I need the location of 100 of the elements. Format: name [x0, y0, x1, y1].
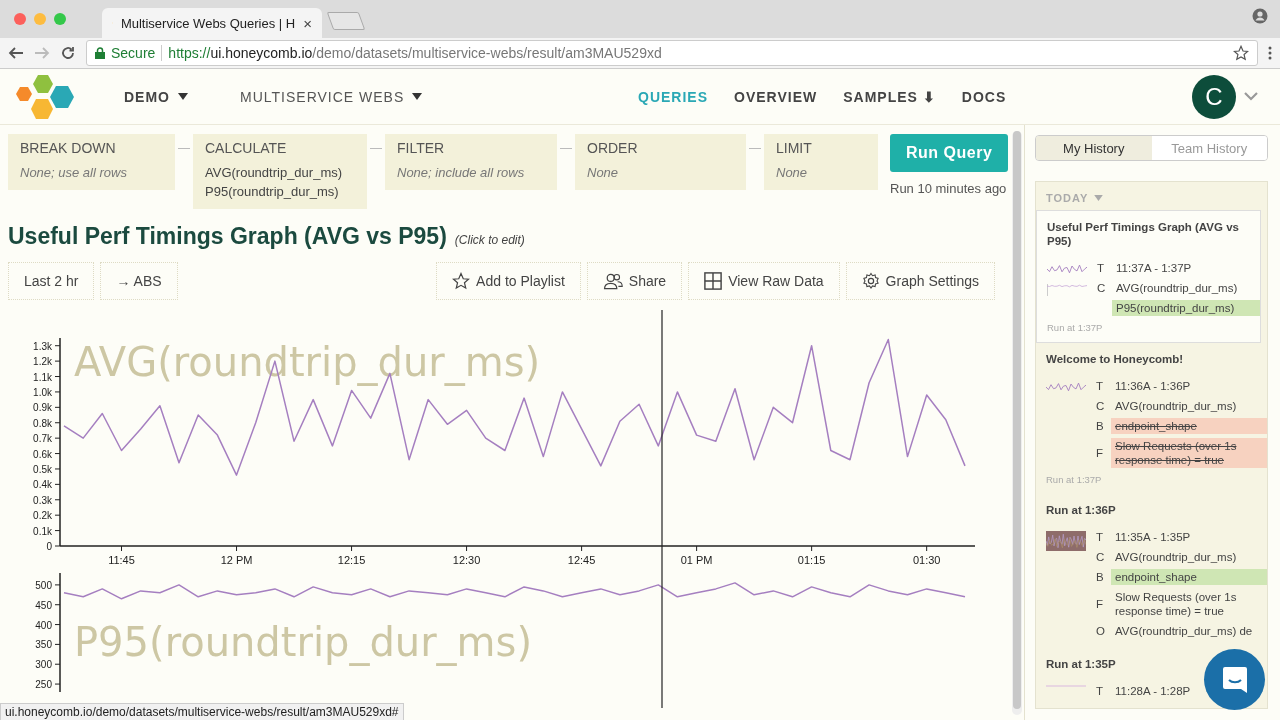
- zoom-window-button[interactable]: [54, 13, 66, 25]
- tick-label: 01 PM: [680, 554, 713, 566]
- lock-icon: [95, 47, 105, 59]
- status-url: ui.honeycomb.io/demo/datasets/multiservice-webs/result/am3MAU529xd#: [0, 703, 404, 720]
- query-clause[interactable]: BREAK DOWN None; use all rows: [8, 134, 175, 190]
- chevron-down-icon[interactable]: [1244, 92, 1258, 101]
- clause-letter: C: [1096, 551, 1105, 563]
- history-entry[interactable]: Run at 1:36P T 11:35A - 1:35P C AVG(roundtrip_dur_ms) B endpoint_shape F Slow Requests (over 1s response time) = true O AVG(roundtrip_dur_ms) de: [1036, 494, 1267, 648]
- clause-letter: C: [1096, 400, 1105, 412]
- chat-icon: [1221, 665, 1248, 694]
- clause-text: Slow Requests (over 1s response time) = true: [1111, 438, 1267, 468]
- clause-text: 11:35A - 1:35P: [1114, 530, 1192, 545]
- dataset-menu[interactable]: MULTISERVICE WEBS: [234, 87, 429, 106]
- tick-label: 0.1k: [33, 525, 52, 537]
- tick-label: 1.0k: [33, 386, 52, 398]
- close-tab-button[interactable]: ×: [303, 14, 312, 32]
- entry-title: Run at 1:35P: [1046, 657, 1117, 671]
- back-icon[interactable]: [8, 45, 24, 61]
- query-title[interactable]: Useful Perf Timings Graph (AVG vs P95): [8, 223, 447, 250]
- tick-label: 0.2k: [33, 510, 52, 522]
- clause-letter: T: [1096, 531, 1105, 543]
- tick-label: 0.6k: [33, 448, 52, 460]
- query-clause[interactable]: CALCULATE AVG(roundtrip_dur_ms) P95(roundtrip_dur_ms): [193, 134, 367, 209]
- tick-label: 1.1k: [33, 371, 52, 383]
- edit-hint: (Click to edit): [454, 233, 525, 247]
- profile-icon[interactable]: [1252, 8, 1268, 24]
- entry-title: Useful Perf Timings Graph (AVG vs P95): [1047, 220, 1240, 248]
- run-time: Run at 1:37P: [1046, 474, 1103, 485]
- tick-label: 400: [35, 619, 52, 631]
- dataset-menu[interactable]: DEMO: [118, 87, 194, 106]
- tick-label: 01:30: [912, 554, 941, 566]
- clause-text: AVG(roundtrip_dur_ms): [1115, 281, 1239, 296]
- clause-text: AVG(roundtrip_dur_ms): [1114, 399, 1238, 414]
- clause-heading: FILTER: [397, 140, 446, 156]
- series-name: AVG(roundtrip_dur_ms): [74, 339, 541, 385]
- browser-tab[interactable]: Multiservice Webs Queries | H ×: [102, 8, 322, 38]
- tick-label: 1.3k: [33, 340, 52, 352]
- tick-label: 1.2k: [33, 356, 52, 368]
- tick-label: 0: [46, 541, 52, 552]
- clause-letter: F: [1096, 598, 1105, 610]
- tick-label: 0.9k: [33, 402, 52, 414]
- clause-text: AVG(roundtrip_dur_ms) de: [1114, 624, 1254, 639]
- tab-title: Multiservice Webs Queries | H: [120, 15, 296, 31]
- tick-label: 0.4k: [33, 479, 52, 491]
- clause-text: Slow Requests (over 1s response time) = true: [1114, 590, 1238, 619]
- address-bar[interactable]: Secure https://ui.honeycomb.io/demo/datasets/multiservice-webs/result/am3MAU529xd: [86, 40, 1258, 66]
- clause-letter: T: [1096, 380, 1105, 392]
- user-avatar[interactable]: C: [1192, 74, 1236, 119]
- toolbar-button[interactable]: Graph Settings: [845, 262, 995, 300]
- tick-label: 12:15: [337, 554, 366, 566]
- clause-letter: C: [1097, 282, 1106, 294]
- scrollbar-thumb[interactable]: [1013, 131, 1021, 709]
- query-clause[interactable]: ORDER None: [575, 134, 746, 190]
- grid-icon: [704, 272, 723, 290]
- clause-letter: T: [1096, 685, 1105, 697]
- caret-icon: [412, 93, 423, 100]
- clause-text: P95(roundtrip_dur_ms): [1112, 300, 1260, 316]
- url-text: https://ui.honeycomb.io/demo/datasets/multiservice-webs/result/am3MAU529xd: [168, 45, 662, 61]
- entry-title: Run at 1:36P: [1046, 503, 1117, 517]
- nav-link[interactable]: DOCS: [961, 88, 1007, 105]
- toolbar-button[interactable]: View Raw Data: [688, 262, 840, 300]
- reload-icon[interactable]: [60, 45, 76, 61]
- entry-title: Welcome to Honeycomb!: [1046, 352, 1185, 366]
- clause-text: 11:37A - 1:37P: [1115, 261, 1193, 276]
- clause-letter: B: [1096, 420, 1105, 432]
- time-range-button[interactable]: → ABS: [100, 262, 178, 300]
- tick-label: 500: [35, 579, 52, 591]
- clause-letter: O: [1096, 625, 1105, 637]
- tick-label: 450: [35, 599, 52, 611]
- clause-value: None: [587, 164, 620, 182]
- tick-label: 01:15: [797, 554, 826, 566]
- settings-icon: [861, 272, 880, 290]
- clause-letter: T: [1097, 262, 1106, 274]
- tick-label: 0.5k: [33, 463, 52, 475]
- history-entry[interactable]: Useful Perf Timings Graph (AVG vs P95) T 11:37A - 1:37P C AVG(roundtrip_dur_ms) P95(roundtrip_dur_ms) Run at 1:37P: [1036, 210, 1261, 343]
- query-clause[interactable]: FILTER None; include all rows: [385, 134, 557, 190]
- clause-value: None; include all rows: [397, 164, 526, 182]
- bookmark-star-icon[interactable]: [1233, 45, 1249, 61]
- star-icon: [452, 272, 471, 290]
- clause-text: 11:36A - 1:36P: [1114, 379, 1192, 394]
- caret-icon: [178, 93, 188, 100]
- history-tab[interactable]: My History: [1036, 136, 1152, 160]
- close-window-button[interactable]: [14, 13, 26, 25]
- toolbar-button[interactable]: Share: [586, 262, 683, 300]
- run-time: Run at 1:37P: [1047, 322, 1104, 333]
- forward-icon[interactable]: [34, 45, 50, 61]
- nav-link[interactable]: SAMPLES ⬇: [843, 88, 936, 105]
- clause-text: AVG(roundtrip_dur_ms): [1114, 550, 1238, 565]
- tick-label: 12:45: [567, 554, 596, 566]
- nav-link[interactable]: OVERVIEW: [734, 88, 818, 105]
- query-clause[interactable]: LIMIT None: [764, 134, 878, 190]
- new-tab-button[interactable]: [326, 12, 366, 30]
- toolbar-button[interactable]: Add to Playlist: [436, 262, 581, 300]
- history-entry[interactable]: Welcome to Honeycomb! T 11:36A - 1:36P C AVG(roundtrip_dur_ms) B endpoint_shape F Slow Requests (over 1s response time) = true Run at 1:37P: [1036, 343, 1267, 494]
- time-range-button[interactable]: Last 2 hr: [8, 262, 95, 300]
- secure-label: Secure: [111, 45, 156, 61]
- tick-label: 12 PM: [220, 554, 253, 566]
- caret-icon[interactable]: [1094, 195, 1104, 201]
- more-menu-icon[interactable]: [1268, 46, 1272, 60]
- clause-heading: CALCULATE: [205, 140, 288, 156]
